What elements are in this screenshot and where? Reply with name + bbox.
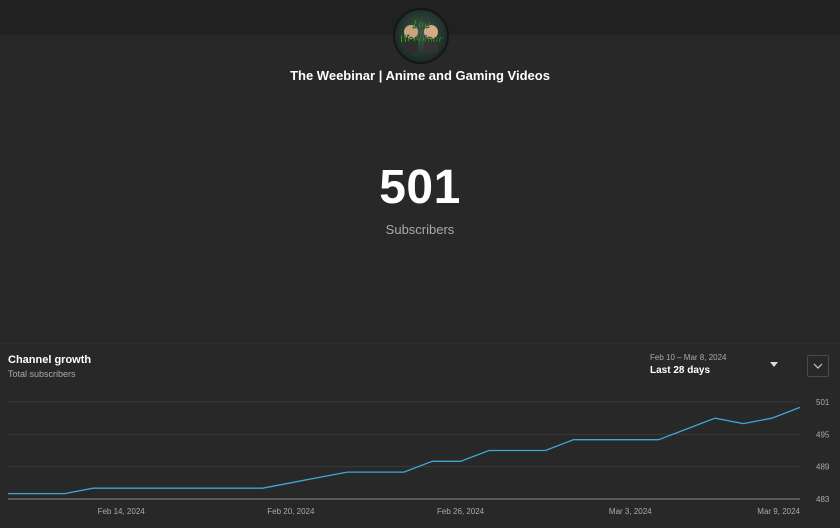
dropdown-arrow-icon <box>770 362 778 367</box>
subscriber-line-chart: 483 489 495 501 Feb 14, 2024 Feb 20, 2024 Feb … <box>8 398 830 516</box>
subscriber-series-line <box>8 406 801 495</box>
chevron-down-icon <box>813 363 823 369</box>
date-range-dates: Feb 10 – Mar 8, 2024 <box>650 353 727 362</box>
channel-name: The Weebinar | Anime and Gaming Videos <box>290 68 550 83</box>
subscriber-count: 501 <box>379 161 461 214</box>
avatar-text-the: The <box>411 20 430 31</box>
channel-growth-title: Channel growth <box>8 354 92 366</box>
avatar-icon: The Weebinar <box>399 20 444 53</box>
y-tick-label: 495 <box>816 430 830 439</box>
date-range-dropdown[interactable]: Feb 10 – Mar 8, 2024 Last 28 days <box>646 350 786 380</box>
x-tick-label: Feb 20, 2024 <box>267 507 315 516</box>
section-divider <box>0 343 840 344</box>
y-tick-label: 489 <box>816 463 830 472</box>
x-tick-label: Feb 14, 2024 <box>98 507 146 516</box>
x-tick-label: Feb 26, 2024 <box>437 507 485 516</box>
x-tick-label: Mar 9, 2024 <box>757 507 800 516</box>
y-tick-label: 501 <box>816 398 830 407</box>
x-tick-label: Mar 3, 2024 <box>609 507 652 516</box>
avatar-text-weebinar: Weebinar <box>399 35 443 45</box>
y-tick-label: 483 <box>816 495 830 504</box>
channel-avatar[interactable]: The Weebinar <box>393 8 449 64</box>
date-range-label: Last 28 days <box>650 365 711 376</box>
channel-growth-subtitle: Total subscribers <box>8 369 76 379</box>
expand-button[interactable] <box>807 355 829 377</box>
subscriber-label: Subscribers <box>385 222 455 237</box>
